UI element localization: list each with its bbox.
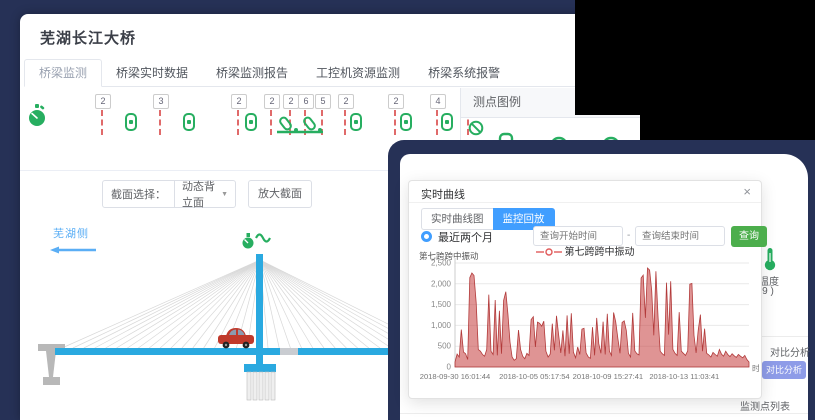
svg-text:0: 0 [447, 363, 452, 372]
chevron-down-icon: ▼ [221, 191, 228, 198]
compare-analysis-button[interactable]: 对比分析 [762, 361, 806, 379]
compare-section-title: 对比分析 [770, 344, 810, 359]
svg-text:时间: 时间 [752, 363, 759, 373]
screen: 芜湖长江大桥 桥梁监测桥梁实时数据桥梁监测报告工控机资源监测桥梁系统报警 视频监… [0, 0, 815, 420]
thermometer-icon[interactable] [763, 247, 777, 276]
main-tab[interactable]: 桥梁实时数据 [102, 60, 202, 86]
vibration-chart: 05001,0001,5002,0002,5002018-09-30 16:01… [417, 251, 759, 387]
pier-cap [244, 364, 276, 372]
deck-joint [280, 348, 298, 355]
link-sensor-icon[interactable] [183, 113, 195, 136]
divider [409, 202, 761, 203]
sensor-count-badge: 2 [264, 94, 280, 109]
anemometer-icon[interactable] [28, 104, 46, 133]
sensor-count-badge: 2 [231, 94, 247, 109]
svg-text:500: 500 [438, 342, 452, 351]
dashed-marker [237, 110, 239, 135]
dashed-marker [394, 110, 396, 135]
wind-sensor-icon [256, 235, 270, 242]
realtime-curve-modal: 实时曲线 × 实时曲线图监控回放 最近两个月 - 查询 第七跨跨中振动 0500… [408, 180, 762, 399]
main-tab[interactable]: 桥梁系统报警 [414, 60, 514, 86]
bridge-pylon [256, 254, 263, 366]
svg-text:2018-10-13 11:03:41: 2018-10-13 11:03:41 [649, 372, 719, 381]
page-title: 芜湖长江大桥 [40, 27, 136, 48]
svg-text:2018-09-30 16:01:44: 2018-09-30 16:01:44 [420, 372, 491, 381]
close-icon[interactable]: × [743, 184, 751, 199]
main-tab[interactable]: 桥梁监测 [24, 59, 102, 87]
main-tab[interactable]: 工控机资源监测 [302, 60, 414, 86]
dashed-marker [270, 110, 272, 135]
pier-piles [247, 372, 275, 400]
dashed-marker [436, 110, 438, 135]
svg-text:第七跨跨中振动: 第七跨跨中振动 [419, 251, 479, 261]
svg-text:2018-10-09 15:27:41: 2018-10-09 15:27:41 [573, 372, 644, 381]
point-list-title: 监测点列表 [740, 398, 790, 413]
sensor-count-badge: 2 [95, 94, 111, 109]
modal-title: 实时曲线 [421, 186, 465, 202]
svg-text:1,000: 1,000 [431, 321, 452, 330]
link-sensor-icon[interactable] [350, 113, 362, 136]
svg-text:1,500: 1,500 [431, 300, 452, 309]
radio-last-two-months[interactable] [421, 231, 432, 242]
main-tab[interactable]: 桥梁监测报告 [202, 60, 302, 86]
incline-sensor-icon[interactable] [276, 113, 324, 141]
divider [400, 413, 808, 414]
section-select-group: 截面选择： 动态背立面 ▼ [102, 180, 236, 208]
dashed-marker [344, 110, 346, 135]
sensor-count-badge: 2 [283, 94, 299, 109]
link-sensor-icon[interactable] [400, 113, 412, 136]
sensor-count-badge: 6 [298, 94, 314, 109]
svg-text:2018-10-05 05:17:54: 2018-10-05 05:17:54 [499, 372, 570, 381]
black-screen [640, 0, 815, 152]
section-select-label: 截面选择： [103, 186, 174, 202]
section-select-dropdown[interactable]: 动态背立面 ▼ [174, 181, 235, 207]
dashed-marker [101, 110, 103, 135]
link-sensor-icon[interactable] [125, 113, 137, 136]
section-select-value: 动态背立面 [182, 178, 221, 210]
sensor-count-badge: 2 [338, 94, 354, 109]
link-sensor-icon[interactable] [245, 113, 257, 136]
main-tabbar: 桥梁监测桥梁实时数据桥梁监测报告工控机资源监测桥梁系统报警 [24, 59, 636, 87]
sensor-count-badge: 4 [430, 94, 446, 109]
sensor-count-badge: 2 [388, 94, 404, 109]
dashed-marker [159, 110, 161, 135]
anemometer-icon [243, 233, 254, 249]
sensor-count-badge: 3 [153, 94, 169, 109]
svg-text:2,000: 2,000 [431, 279, 452, 288]
zoom-section-button[interactable]: 放大截面 [248, 180, 312, 208]
link-sensor-icon[interactable] [441, 113, 453, 136]
sensor-count-badge: 5 [315, 94, 331, 109]
range-separator: - [627, 230, 630, 241]
